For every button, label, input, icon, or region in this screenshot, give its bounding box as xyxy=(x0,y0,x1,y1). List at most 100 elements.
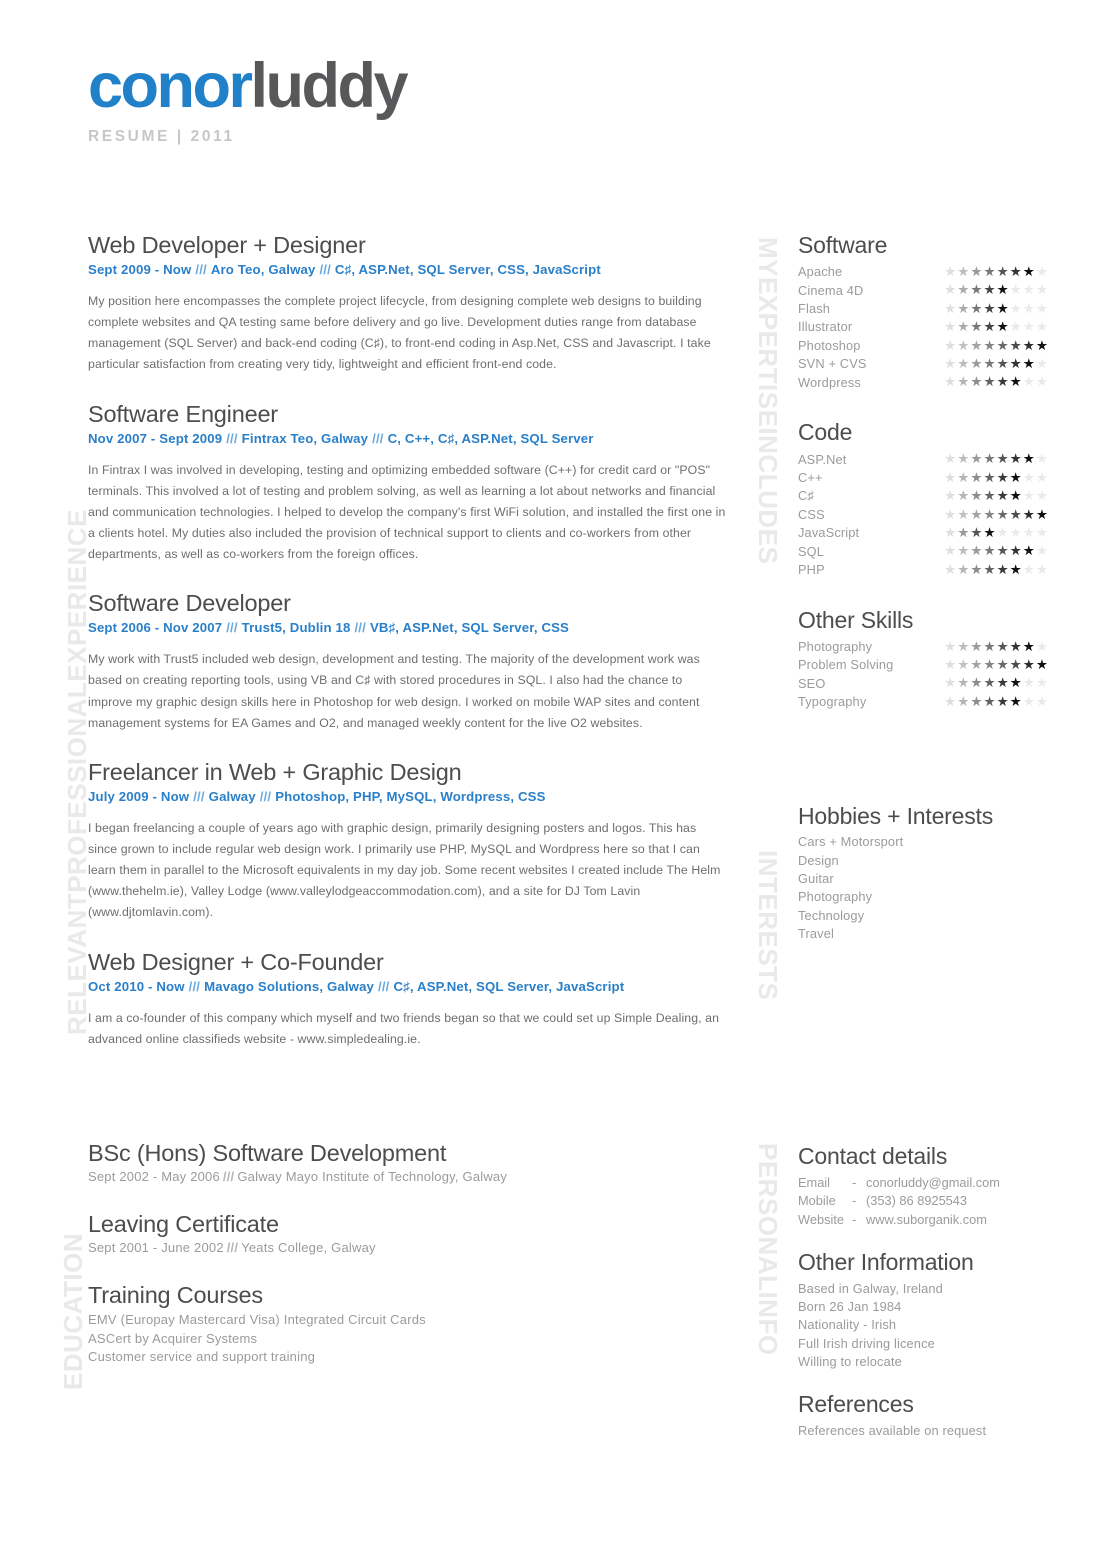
star-icon: ★ xyxy=(1009,282,1022,298)
star-icon: ★ xyxy=(970,300,983,316)
star-icon: ★ xyxy=(983,337,996,353)
skill-row: SEO ★ ★ ★ ★ ★ ★ ★ ★ xyxy=(798,674,1048,692)
skill-name: PHP xyxy=(798,561,825,577)
other-information-item: Willing to relocate xyxy=(798,1354,902,1370)
star-icon: ★ xyxy=(970,638,983,654)
education-list-item: EMV (Europay Mastercard Visa) Integrated… xyxy=(88,1312,426,1328)
star-icon: ★ xyxy=(944,337,957,353)
experience-job-title: Web Developer + Designer xyxy=(88,232,366,258)
skill-rating-stars: ★ ★ ★ ★ ★ ★ ★ ★ xyxy=(944,302,1048,316)
contact-value: (353) 86 8925543 xyxy=(866,1193,968,1209)
star-icon: ★ xyxy=(1009,543,1022,559)
star-icon: ★ xyxy=(957,638,970,654)
skill-row: PHP ★ ★ ★ ★ ★ ★ ★ ★ xyxy=(798,560,1048,578)
star-icon: ★ xyxy=(957,469,970,485)
skill-rating-stars: ★ ★ ★ ★ ★ ★ ★ ★ xyxy=(944,526,1048,540)
star-icon: ★ xyxy=(983,561,996,577)
education-title: Leaving Certificate xyxy=(88,1211,279,1238)
star-icon: ★ xyxy=(957,675,970,691)
star-icon: ★ xyxy=(1035,657,1048,673)
star-icon: ★ xyxy=(944,319,957,335)
star-icon: ★ xyxy=(996,561,1009,577)
star-icon: ★ xyxy=(1022,300,1035,316)
skill-rating-stars: ★ ★ ★ ★ ★ ★ ★ ★ xyxy=(944,658,1048,672)
experience-job-meta: Sept 2006 - Nov 2007///Trust5, Dublin 18… xyxy=(88,620,728,635)
experience-description: My position here encompasses the complet… xyxy=(88,294,711,372)
hobbies-heading: Hobbies + Interests xyxy=(798,802,994,829)
experience-company: Galway xyxy=(208,788,256,804)
star-icon: ★ xyxy=(1035,561,1048,577)
personal-info-section: Contact details Email - conorluddy@gmail.c… xyxy=(798,1143,1058,1440)
star-icon: ★ xyxy=(957,451,970,467)
skill-row: SVN + CVS ★ ★ ★ ★ ★ ★ ★ ★ xyxy=(798,355,1048,373)
other-information-item: Born 26 Jan 1984 xyxy=(798,1299,902,1315)
star-icon: ★ xyxy=(944,374,957,390)
education-entry: Leaving Certificate Sept 2001 - June 2002… xyxy=(88,1211,708,1255)
contact-dash: - xyxy=(852,1193,857,1209)
star-icon: ★ xyxy=(1035,638,1048,654)
experience-job-meta: Nov 2007 - Sept 2009///Fintrax Teo, Galw… xyxy=(88,431,728,446)
star-icon: ★ xyxy=(944,506,957,522)
star-icon: ★ xyxy=(944,561,957,577)
star-icon: ★ xyxy=(1009,319,1022,335)
contact-dash: - xyxy=(852,1211,857,1227)
skill-row: Photography ★ ★ ★ ★ ★ ★ ★ ★ xyxy=(798,637,1048,655)
star-icon: ★ xyxy=(970,319,983,335)
experience-job-meta: Sept 2009 - Now///Aro Teo, Galway///C♯, … xyxy=(88,262,728,277)
star-icon: ★ xyxy=(1022,561,1035,577)
star-icon: ★ xyxy=(1022,469,1035,485)
star-icon: ★ xyxy=(996,282,1009,298)
star-icon: ★ xyxy=(1022,543,1035,559)
star-icon: ★ xyxy=(996,319,1009,335)
skill-group-heading: Software xyxy=(798,232,888,258)
star-icon: ★ xyxy=(996,506,1009,522)
star-icon: ★ xyxy=(996,451,1009,467)
skill-rating-stars: ★ ★ ★ ★ ★ ★ ★ ★ xyxy=(944,695,1048,709)
meta-separator: /// xyxy=(226,1240,239,1256)
skill-row: SQL ★ ★ ★ ★ ★ ★ ★ ★ xyxy=(798,542,1048,560)
skill-rating-stars: ★ ★ ★ ★ ★ ★ ★ ★ xyxy=(944,283,1048,297)
star-icon: ★ xyxy=(1035,469,1048,485)
star-icon: ★ xyxy=(970,355,983,371)
experience-company: Aro Teo, Galway xyxy=(210,262,316,278)
other-information-block: Other Information Based in Galway, Irela… xyxy=(798,1249,1058,1371)
skill-name: Wordpress xyxy=(798,374,861,390)
page-header: conorluddy RESUME | 2011 xyxy=(88,55,409,146)
star-icon: ★ xyxy=(983,524,996,540)
section-label-expertise: MYEXPERTISEINCLUDES xyxy=(753,237,783,565)
skill-rating-stars: ★ ★ ★ ★ ★ ★ ★ ★ xyxy=(944,508,1048,522)
star-icon: ★ xyxy=(1035,524,1048,540)
star-icon: ★ xyxy=(983,451,996,467)
meta-separator: /// xyxy=(226,620,238,636)
star-icon: ★ xyxy=(944,282,957,298)
skill-row: Cinema 4D ★ ★ ★ ★ ★ ★ ★ ★ xyxy=(798,281,1048,299)
education-title: BSc (Hons) Software Development xyxy=(88,1140,447,1166)
skill-group-heading: Other Skills xyxy=(798,606,914,633)
skill-rating-stars: ★ ★ ★ ★ ★ ★ ★ ★ xyxy=(944,375,1048,389)
experience-entry: Freelancer in Web + Graphic Design July 2… xyxy=(88,759,728,924)
star-icon: ★ xyxy=(1009,488,1022,504)
star-icon: ★ xyxy=(983,300,996,316)
star-icon: ★ xyxy=(970,561,983,577)
experience-entry: Web Designer + Co-Founder Oct 2010 - Now /… xyxy=(88,949,728,1050)
skill-rating-stars: ★ ★ ★ ★ ★ ★ ★ ★ xyxy=(944,471,1048,485)
skill-rating-stars: ★ ★ ★ ★ ★ ★ ★ ★ xyxy=(944,489,1048,503)
star-icon: ★ xyxy=(1022,638,1035,654)
hobbies-item: Technology xyxy=(798,907,865,923)
star-icon: ★ xyxy=(1035,264,1048,280)
star-icon: ★ xyxy=(983,543,996,559)
star-icon: ★ xyxy=(1022,451,1035,467)
section-label-interests: INTERESTS xyxy=(753,850,783,1001)
star-icon: ★ xyxy=(983,374,996,390)
meta-separator: /// xyxy=(195,262,207,278)
star-icon: ★ xyxy=(957,264,970,280)
education-item-list: EMV (Europay Mastercard Visa) Integrated… xyxy=(88,1311,708,1366)
star-icon: ★ xyxy=(1022,657,1035,673)
star-icon: ★ xyxy=(944,543,957,559)
skill-rating-stars: ★ ★ ★ ★ ★ ★ ★ ★ xyxy=(944,640,1048,654)
star-icon: ★ xyxy=(970,506,983,522)
skill-name: JavaScript xyxy=(798,525,860,541)
hobbies-list: Cars + Motorsport Design Guitar Photography… xyxy=(798,833,1048,943)
skill-group: Software Apache ★ ★ ★ ★ ★ ★ ★ ★ Cinema 4D ★ ★ ★ ★ ★ ★ ★ ★ F… xyxy=(798,232,1048,391)
education-entry: BSc (Hons) Software Development Sept 2002… xyxy=(88,1140,708,1184)
